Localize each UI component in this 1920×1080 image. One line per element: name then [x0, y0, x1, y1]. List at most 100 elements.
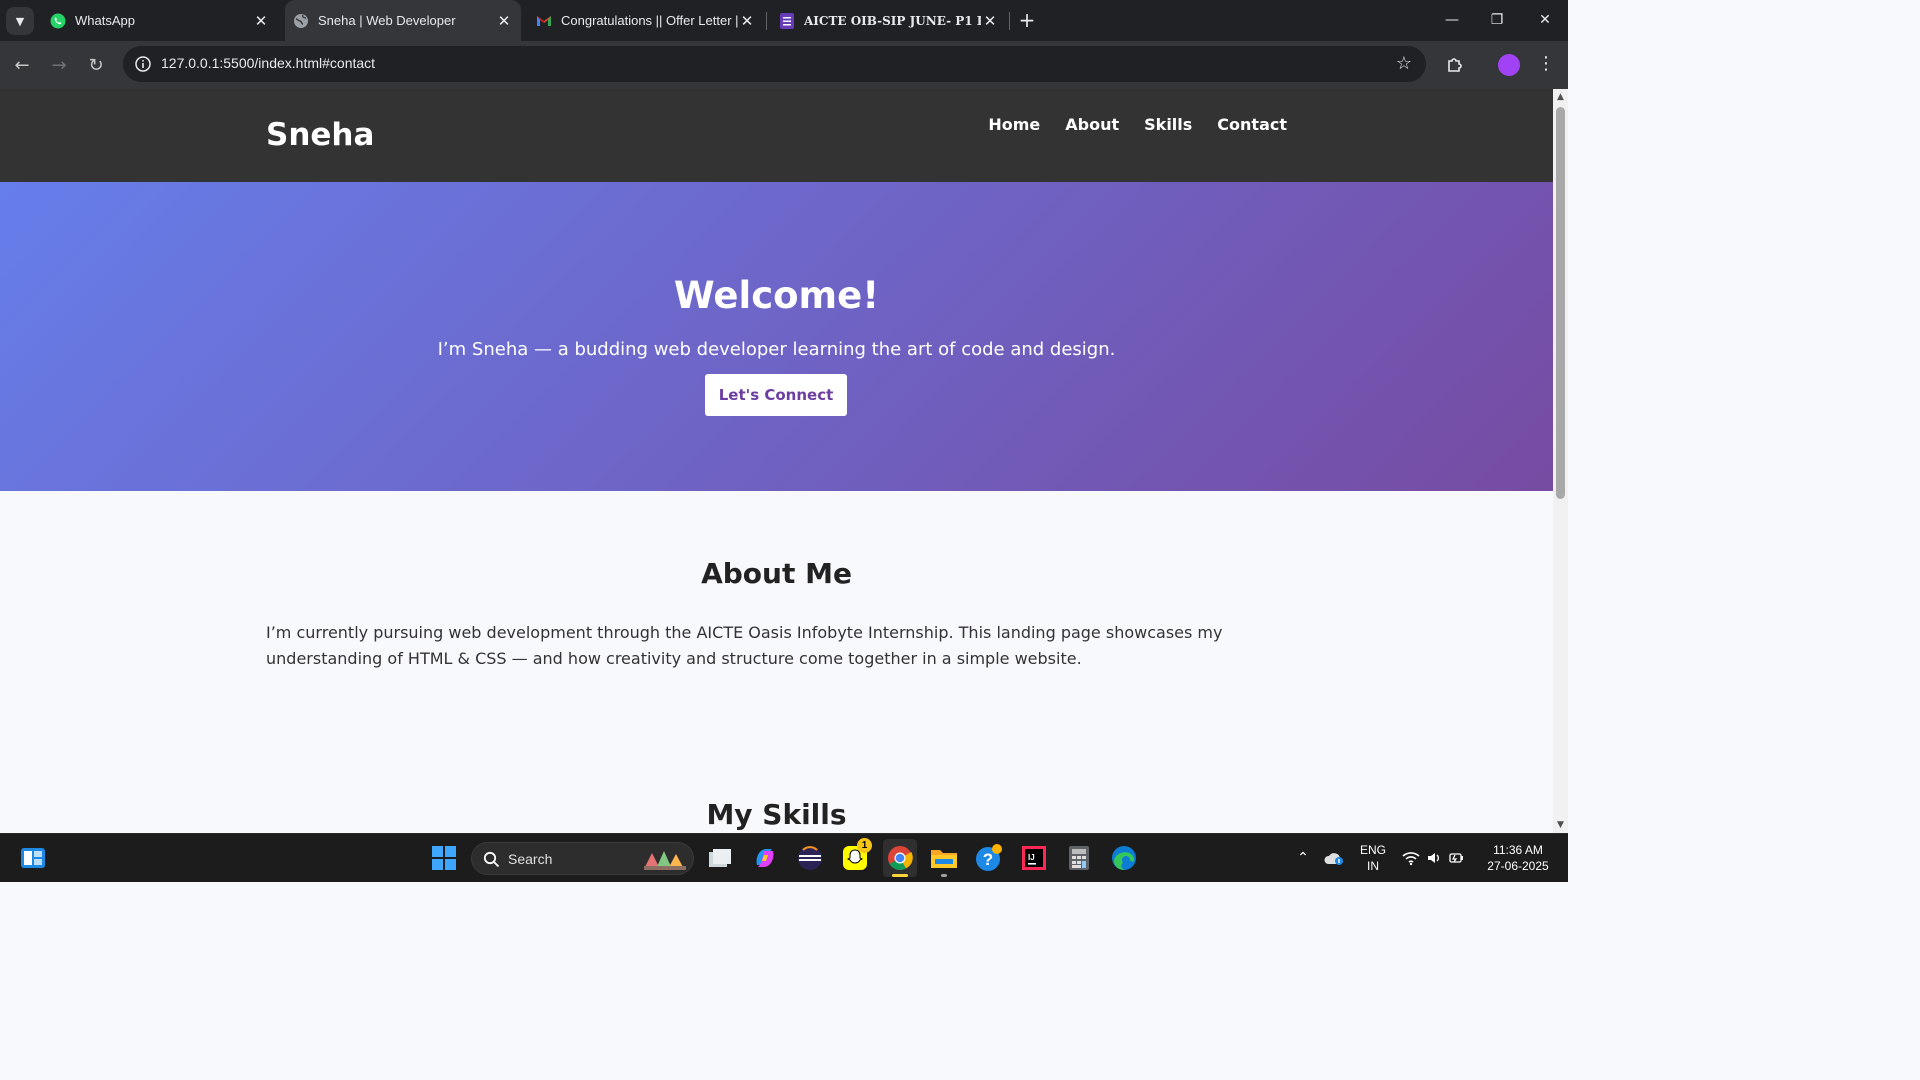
open-indicator — [941, 874, 947, 877]
calculator-icon — [1069, 846, 1089, 870]
search-icon — [483, 851, 500, 868]
search-highlight-icon — [644, 851, 686, 870]
tab-sneha-web-developer[interactable]: Sneha | Web Developer ✕ — [285, 0, 521, 41]
wifi-icon — [1402, 852, 1420, 866]
about-title: About Me — [701, 557, 852, 590]
page-scrollbar[interactable]: ▲ ▼ — [1553, 89, 1568, 833]
task-view-button[interactable] — [705, 843, 735, 873]
tab-separator — [1009, 12, 1010, 30]
close-icon[interactable]: ✕ — [252, 12, 270, 30]
tab-offer-letter[interactable]: Congratulations || Offer Letter || ✕ — [528, 0, 764, 41]
svg-text:IJ: IJ — [1028, 853, 1035, 862]
get-help-button[interactable]: ? — [974, 843, 1004, 873]
restore-icon: ❐ — [1490, 12, 1504, 28]
tab-title: AICTE OIB-SIP JUNE- P1 PROJ — [804, 13, 981, 28]
taskbar-search[interactable]: Search — [471, 842, 694, 875]
active-indicator — [892, 874, 908, 877]
bookmark-star-icon[interactable]: ☆ — [1396, 53, 1412, 74]
close-icon[interactable]: ✕ — [495, 12, 513, 30]
plus-icon: + — [1018, 8, 1036, 32]
site-info-icon[interactable] — [133, 54, 153, 74]
nav-link-contact[interactable]: Contact — [1217, 115, 1287, 134]
reload-button[interactable]: ↻ — [82, 51, 110, 79]
tab-search-button[interactable]: ▼ — [6, 7, 34, 35]
hero-section: Welcome! I’m Sneha — a budding web devel… — [0, 182, 1553, 491]
globe-icon — [293, 13, 309, 29]
tab-title: WhatsApp — [75, 13, 135, 28]
onedrive-button[interactable] — [1319, 843, 1349, 873]
file-explorer-button[interactable] — [929, 843, 959, 877]
clock[interactable]: 11:36 AM 27-06-2025 — [1478, 842, 1558, 874]
widgets-button[interactable] — [18, 843, 48, 873]
eclipse-icon — [798, 846, 822, 870]
region-code: IN — [1367, 859, 1379, 873]
arrow-left-icon: ← — [14, 54, 30, 76]
lets-connect-button[interactable]: Let's Connect — [705, 374, 847, 416]
folder-icon — [931, 850, 957, 868]
whatsapp-icon — [50, 13, 66, 29]
site-header: Sneha Home About Skills Contact — [0, 89, 1553, 182]
windows-logo-icon — [432, 846, 456, 870]
task-view-icon — [709, 849, 731, 867]
search-label: Search — [508, 851, 553, 867]
browser-menu-button[interactable]: ⋮ — [1536, 53, 1556, 74]
close-icon[interactable]: ✕ — [981, 12, 999, 30]
nav-link-home[interactable]: Home — [988, 115, 1040, 134]
quick-settings-button[interactable] — [1397, 843, 1469, 873]
clock-date: 27-06-2025 — [1487, 859, 1549, 873]
more-vert-icon: ⋮ — [1537, 53, 1555, 74]
forms-icon — [779, 12, 795, 29]
back-button[interactable]: ← — [8, 51, 36, 79]
onedrive-cloud-icon — [1324, 853, 1343, 865]
browser-toolbar: ← → ↻ 127.0.0.1:5500/index.html#contact … — [0, 41, 1568, 89]
copilot-icon — [756, 849, 774, 867]
skills-title: My Skills — [706, 798, 847, 831]
arrow-right-icon: → — [51, 54, 67, 76]
minimize-icon: — — [1445, 12, 1459, 28]
close-icon[interactable]: ✕ — [738, 12, 756, 30]
show-hidden-icons-button[interactable]: ⌃ — [1288, 843, 1318, 873]
address-bar[interactable]: 127.0.0.1:5500/index.html#contact ☆ — [123, 46, 1426, 82]
gmail-icon — [536, 13, 552, 29]
language-code: ENG — [1359, 843, 1386, 857]
intellij-icon: IJ — [1022, 846, 1046, 870]
tab-aicte-project[interactable]: AICTE OIB-SIP JUNE- P1 PROJ ✕ — [771, 0, 1007, 41]
chevron-down-icon: ▼ — [15, 14, 25, 28]
reload-icon: ↻ — [88, 54, 104, 76]
scroll-up-arrow-icon[interactable]: ▲ — [1555, 93, 1566, 102]
nav-link-about[interactable]: About — [1065, 115, 1119, 134]
notification-badge: 1 — [857, 838, 872, 853]
copilot-button[interactable] — [750, 843, 780, 873]
browser-tab-strip: ▼ WhatsApp ✕ Sneha | Web Developer ✕ Con… — [0, 0, 1568, 41]
profile-avatar[interactable] — [1498, 54, 1520, 76]
page-viewport: Sneha Home About Skills Contact Welcome!… — [0, 89, 1553, 833]
windows-taskbar: Search 1 ? IJ ⌃ ENG IN 11:36 AM 27-06-20… — [0, 833, 1568, 882]
minimize-button[interactable]: — — [1437, 8, 1467, 32]
tab-title: Sneha | Web Developer — [318, 13, 456, 28]
tab-whatsapp[interactable]: WhatsApp ✕ — [42, 0, 278, 41]
new-tab-button[interactable]: + — [1015, 8, 1039, 32]
chevron-up-icon: ⌃ — [1297, 850, 1309, 866]
url-text[interactable]: 127.0.0.1:5500/index.html#contact — [161, 55, 375, 71]
site-nav: Home About Skills Contact — [988, 115, 1287, 134]
hero-subtitle: I’m Sneha — a budding web developer lear… — [437, 339, 1116, 360]
chrome-taskbar-button[interactable] — [883, 839, 917, 877]
nav-link-skills[interactable]: Skills — [1144, 115, 1192, 134]
close-icon: ✕ — [1539, 12, 1551, 28]
edge-icon — [1112, 846, 1136, 870]
extensions-button[interactable] — [1441, 51, 1469, 79]
eclipse-button[interactable] — [795, 843, 825, 873]
about-text: I’m currently pursuing web development t… — [266, 623, 1223, 668]
edge-button[interactable] — [1109, 843, 1139, 873]
svg-text:?: ? — [983, 850, 993, 869]
forward-button[interactable]: → — [45, 51, 73, 79]
close-window-button[interactable]: ✕ — [1530, 8, 1560, 32]
scroll-down-arrow-icon[interactable]: ▼ — [1555, 821, 1566, 830]
snapchat-button[interactable]: 1 — [840, 838, 872, 873]
start-button[interactable] — [429, 843, 459, 873]
language-indicator[interactable]: ENG IN — [1355, 842, 1391, 874]
scrollbar-thumb[interactable] — [1556, 107, 1565, 499]
restore-button[interactable]: ❐ — [1482, 8, 1512, 32]
calculator-button[interactable] — [1064, 843, 1094, 873]
intellij-button[interactable]: IJ — [1019, 843, 1049, 873]
